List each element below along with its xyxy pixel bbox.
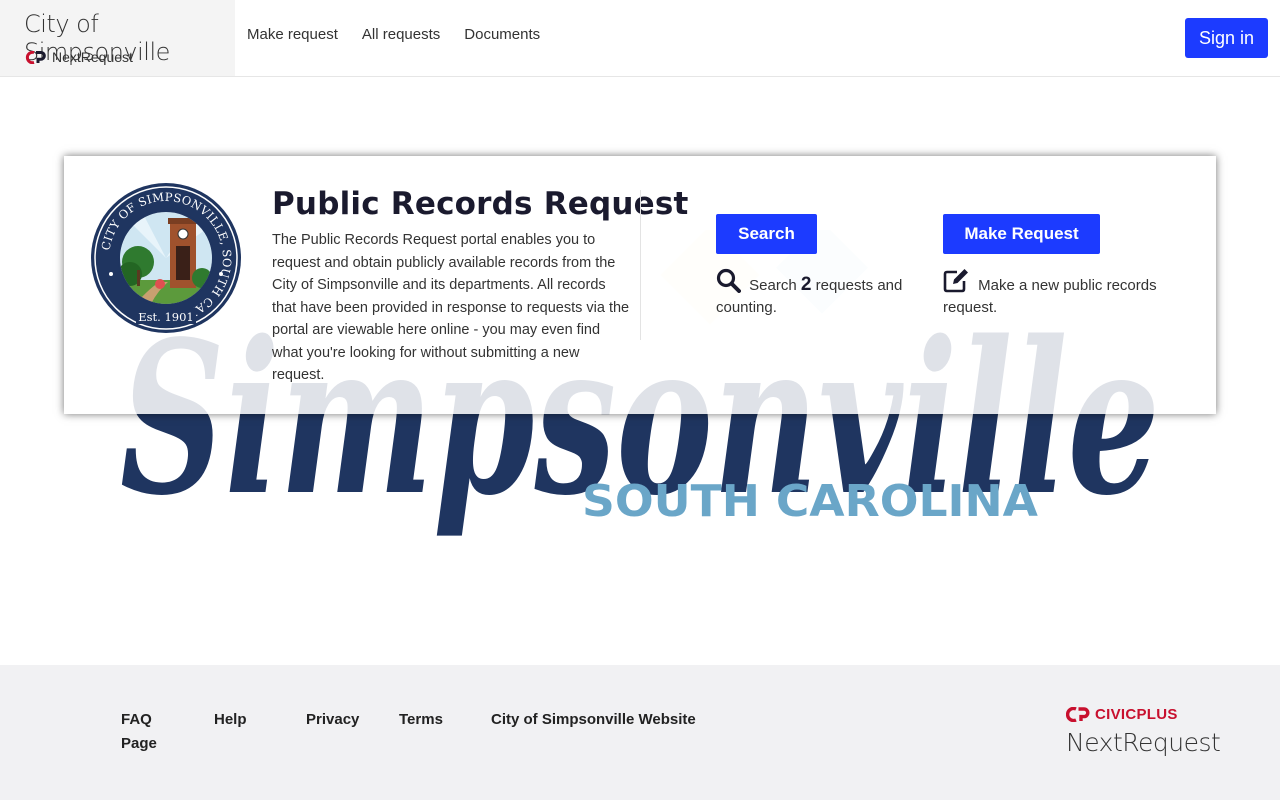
page-title: Public Records Request (272, 186, 689, 222)
portal-description: The Public Records Request portal enable… (272, 232, 630, 383)
page-footer: FAQ Page Help Privacy Terms City of Simp… (0, 665, 1280, 800)
sign-in-button[interactable]: Sign in (1185, 18, 1268, 58)
search-info-prefix: Search (749, 277, 797, 294)
civicplus-logo-icon (1066, 707, 1090, 722)
main-nav: Make request All requests Documents (247, 26, 540, 43)
brand-block[interactable]: City of Simpsonville NextRequest (0, 0, 235, 76)
search-button[interactable]: Search (716, 214, 817, 254)
card-divider (640, 190, 641, 340)
nextrequest-logo-icon (25, 50, 46, 64)
footer-faq-link[interactable]: FAQ Page (121, 708, 181, 756)
make-request-button[interactable]: Make Request (943, 214, 1100, 254)
platform-brand: NextRequest (25, 49, 133, 65)
nextrequest-brand: NextRequest (1066, 728, 1221, 757)
request-count: 2 (800, 274, 812, 295)
footer-help-link[interactable]: Help (214, 708, 247, 732)
top-header: City of Simpsonville NextRequest Make re… (0, 0, 1280, 77)
seal-est-text: Est. 1901 (138, 310, 194, 324)
search-info: Search 2 requests and counting. (716, 268, 916, 319)
nav-all-requests[interactable]: All requests (362, 26, 440, 43)
civicplus-brand: CIVICPLUS (1095, 706, 1178, 723)
edit-icon (943, 269, 968, 293)
city-seal-logo: CITY OF SIMPSONVILLE, SOUTH CAROLINA Est… (91, 183, 241, 333)
search-icon (716, 268, 741, 293)
nav-make-request[interactable]: Make request (247, 26, 338, 43)
footer-city-website-link[interactable]: City of Simpsonville Website (491, 708, 696, 732)
platform-name: NextRequest (52, 49, 133, 65)
nav-documents[interactable]: Documents (464, 26, 540, 43)
footer-terms-link[interactable]: Terms (399, 708, 443, 732)
make-request-info-text: Make a new public records request. (943, 277, 1157, 316)
footer-privacy-link[interactable]: Privacy (306, 708, 359, 732)
make-request-info: Make a new public records request. (943, 268, 1173, 319)
watermark-state-text: SOUTH CAROLINA (582, 476, 1038, 527)
records-request-card: CITY OF SIMPSONVILLE, SOUTH CAROLINA Est… (64, 156, 1216, 414)
